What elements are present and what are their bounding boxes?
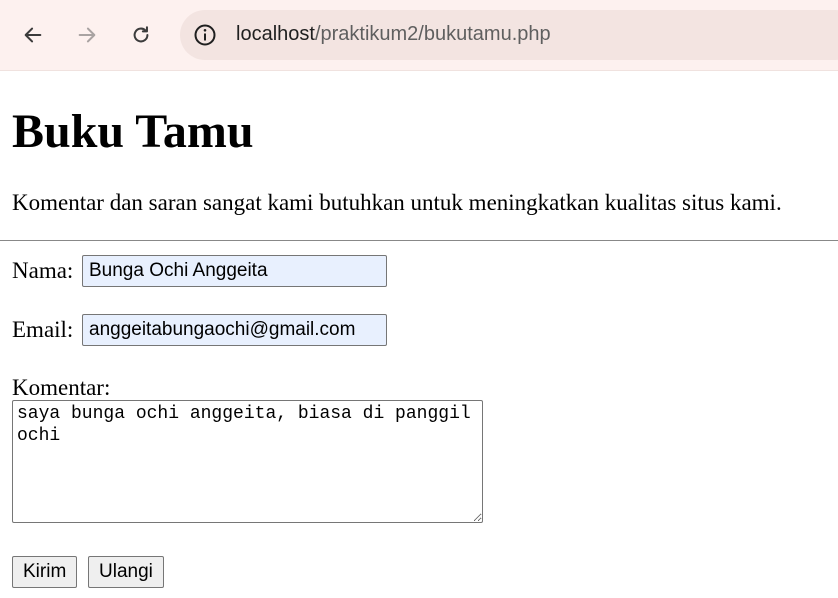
url-path: /praktikum2/bukutamu.php (314, 23, 551, 45)
name-label: Nama: (12, 258, 74, 283)
comment-label: Komentar: (12, 375, 111, 400)
name-input[interactable] (82, 255, 387, 287)
comment-textarea[interactable]: saya bunga ochi anggeita, biasa di pangg… (12, 400, 483, 523)
submit-button[interactable]: Kirim (12, 556, 78, 588)
browser-toolbar: localhost/praktikum2/bukutamu.php (0, 0, 838, 71)
arrow-right-icon (78, 27, 96, 43)
reload-icon (133, 26, 149, 43)
email-input[interactable] (82, 314, 387, 346)
forward-button[interactable] (69, 17, 105, 53)
email-label: Email: (12, 317, 74, 342)
reload-button[interactable] (123, 17, 159, 53)
info-circle-icon (194, 24, 216, 46)
url-host: localhost (236, 23, 315, 45)
site-info-button[interactable] (192, 22, 218, 48)
intro-text: Komentar dan saran sangat kami butuhkan … (12, 190, 782, 215)
reset-button[interactable]: Ulangi (88, 556, 164, 588)
address-bar[interactable]: localhost/praktikum2/bukutamu.php (180, 10, 838, 60)
divider (0, 240, 838, 241)
page-title: Buku Tamu (12, 105, 254, 158)
arrow-left-icon (24, 27, 42, 43)
url-text[interactable]: localhost/praktikum2/bukutamu.php (236, 23, 551, 46)
back-button[interactable] (15, 17, 51, 53)
